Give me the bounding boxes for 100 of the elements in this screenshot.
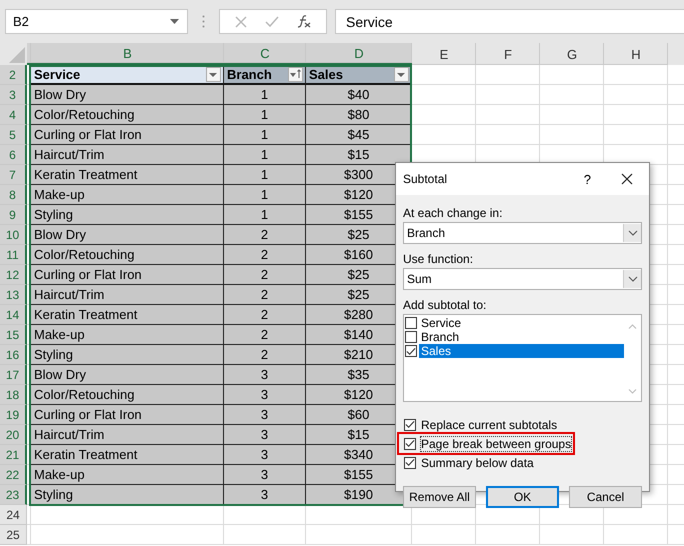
row-header[interactable]: 6	[0, 145, 27, 165]
table-header: Branch	[224, 65, 306, 85]
table-cell: Styling	[31, 205, 224, 225]
table-cell: 3	[224, 425, 306, 445]
filter-button[interactable]	[288, 66, 303, 82]
table-cell: 2	[224, 285, 306, 305]
column-header[interactable]: E	[412, 43, 476, 65]
table-cell: 3	[224, 385, 306, 405]
row-header[interactable]: 11	[0, 245, 27, 265]
column-header[interactable]: B	[31, 43, 224, 65]
table-cell: 2	[224, 345, 306, 365]
row-header[interactable]: 19	[0, 405, 27, 425]
table-cell: 2	[224, 305, 306, 325]
table-cell: Haircut/Trim	[31, 425, 224, 445]
table-cell: Curling or Flat Iron	[31, 125, 224, 145]
row-header[interactable]: 14	[0, 305, 27, 325]
table-cell: Curling or Flat Iron	[31, 405, 224, 425]
filter-button[interactable]	[394, 66, 409, 82]
row-header[interactable]: 24	[0, 505, 27, 525]
checkbox[interactable]	[405, 345, 417, 357]
row-header[interactable]: 16	[0, 345, 27, 365]
list-item[interactable]: Branch	[419, 330, 624, 344]
column-header[interactable]: C	[224, 43, 306, 65]
grip-icon	[202, 15, 205, 28]
list-item[interactable]: Sales	[419, 344, 624, 358]
table-header: Service	[31, 65, 224, 85]
dialog-button[interactable]: Cancel	[569, 486, 642, 508]
row-header[interactable]: 10	[0, 225, 27, 245]
table-cell: Keratin Treatment	[31, 165, 224, 185]
close-icon[interactable]	[621, 173, 633, 185]
chevron-icon	[628, 230, 638, 236]
checkmark-icon[interactable]	[265, 16, 279, 28]
row-header[interactable]: 18	[0, 385, 27, 405]
table-cell: Color/Retouching	[31, 385, 224, 405]
change-dropdown[interactable]: Branch	[403, 222, 642, 244]
table-cell: Blow Dry	[31, 225, 224, 245]
row-header[interactable]: 21	[0, 445, 27, 465]
table-cell: $40	[306, 85, 412, 105]
function-dropdown[interactable]: Sum	[403, 268, 642, 290]
table-cell: 3	[224, 445, 306, 465]
row-header[interactable]: 5	[0, 125, 27, 145]
table-cell: Haircut/Trim	[31, 285, 224, 305]
table-cell: 1	[224, 205, 306, 225]
table-cell: Make-up	[31, 185, 224, 205]
name-box[interactable]: B2	[5, 9, 188, 34]
table-cell: Keratin Treatment	[31, 445, 224, 465]
table-cell: Blow Dry	[31, 85, 224, 105]
chevron-icon	[628, 276, 638, 282]
function-icon[interactable]	[297, 15, 311, 28]
row-header[interactable]: 17	[0, 365, 27, 385]
table-cell: Make-up	[31, 465, 224, 485]
row-header[interactable]: 4	[0, 105, 27, 125]
table-cell: $45	[306, 125, 412, 145]
table-cell: Curling or Flat Iron	[31, 265, 224, 285]
table-cell: 3	[224, 485, 306, 505]
row-header[interactable]: 7	[0, 165, 27, 185]
table-cell: Styling	[31, 345, 224, 365]
table-cell: 1	[224, 125, 306, 145]
table-cell: Color/Retouching	[31, 245, 224, 265]
table-cell: 1	[224, 145, 306, 165]
table-cell: Color/Retouching	[31, 105, 224, 125]
column-header[interactable]: F	[476, 43, 540, 65]
column-header[interactable]: G	[540, 43, 604, 65]
table-cell: Blow Dry	[31, 365, 224, 385]
table-cell: 2	[224, 325, 306, 345]
checkbox[interactable]	[405, 317, 417, 329]
column-header[interactable]: H	[604, 43, 668, 65]
column-header[interactable]: D	[306, 43, 412, 65]
row-header[interactable]: 8	[0, 185, 27, 205]
table-cell: 2	[224, 225, 306, 245]
table-cell: 1	[224, 185, 306, 205]
row-header[interactable]: 15	[0, 325, 27, 345]
row-header[interactable]: 12	[0, 265, 27, 285]
dialog-button[interactable]: OK	[486, 486, 559, 508]
table-cell: 1	[224, 85, 306, 105]
checkmark-icon	[406, 346, 416, 356]
row-header[interactable]: 20	[0, 425, 27, 445]
filter-button[interactable]	[206, 66, 221, 82]
table-cell: Keratin Treatment	[31, 305, 224, 325]
table-cell: Haircut/Trim	[31, 145, 224, 165]
help-button[interactable]: ?	[584, 172, 591, 186]
table-cell: 1	[224, 105, 306, 125]
row-header[interactable]: 25	[0, 525, 27, 545]
table-cell: 3	[224, 465, 306, 485]
row-header[interactable]: 13	[0, 285, 27, 305]
list-item[interactable]: Service	[419, 316, 624, 330]
row-header[interactable]: 9	[0, 205, 27, 225]
row-header[interactable]: 23	[0, 485, 27, 505]
table-cell: $15	[306, 145, 412, 165]
row-header[interactable]: 2	[0, 65, 27, 85]
row-header[interactable]: 3	[0, 85, 27, 105]
formula-field[interactable]: Service	[335, 9, 684, 34]
table-cell: Styling	[31, 485, 224, 505]
table-cell: 3	[224, 365, 306, 385]
table-cell: 3	[224, 405, 306, 425]
table-cell: $80	[306, 105, 412, 125]
caret-icon	[170, 19, 179, 24]
checkbox[interactable]	[405, 331, 417, 343]
row-header[interactable]: 22	[0, 465, 27, 485]
dialog-button[interactable]: Remove All	[403, 486, 476, 508]
